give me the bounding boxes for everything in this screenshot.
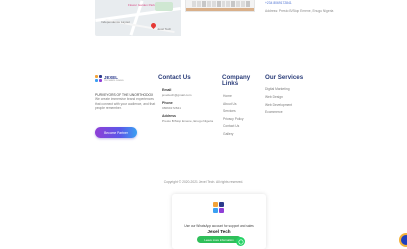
address-label: Address [162, 114, 177, 118]
map-label-area: Independence Layout [101, 20, 130, 24]
map-label-park: Flower Garden Park [128, 3, 155, 7]
footer-link-gallery[interactable]: Gallery [223, 132, 233, 136]
jexel-logo-icon [211, 200, 227, 214]
footer-link-privacy[interactable]: Privacy Policy [223, 117, 244, 121]
footer-link-contact[interactable]: Contact Us [223, 124, 239, 128]
service-digital-marketing[interactable]: Digital Marketing [265, 87, 290, 91]
footer-link-services[interactable]: Services [223, 109, 236, 113]
whatsapp-icon[interactable] [236, 237, 245, 246]
top-phone[interactable]: +234 8069172841 [265, 1, 292, 5]
address-value: Presto B/Stop Emene, Enugu Nigeria [162, 118, 214, 123]
top-address: Address: Presto B/Stop Emene, Enugu Nige… [265, 9, 334, 13]
company-heading-line2: Links [222, 80, 239, 87]
email-value[interactable]: jexeltech@gmail.com [162, 93, 191, 97]
illustration-card [185, 0, 255, 12]
services-heading: Our Services [265, 74, 304, 81]
service-web-development[interactable]: Web Development [265, 103, 292, 107]
location-map[interactable]: Flower Garden Park Independence Layout J… [95, 0, 181, 36]
chat-launcher-icon[interactable] [399, 233, 407, 247]
map-park [155, 2, 173, 11]
whatsapp-message: Use our WhatsApp account for support and… [184, 224, 254, 228]
copyright-text: Copyright © 2020-2021 Jexel Tech. All ri… [163, 180, 244, 184]
brand-sub: TECHNOLOGIES [104, 79, 124, 82]
service-ecommerce[interactable]: Ecommerce [265, 110, 283, 114]
footer-link-about[interactable]: About Us [223, 102, 237, 106]
contact-heading: Contact Us [158, 74, 191, 81]
map-label-place: Jexel Tech [157, 27, 172, 31]
brand-logo[interactable]: JEXEL TECHNOLOGIES [95, 75, 124, 82]
whatsapp-name: Jexel Tech [207, 229, 231, 234]
illustration-bars [192, 1, 251, 7]
phone-label: Phone [162, 101, 173, 105]
brand-tagline: PURVEYORS OF THE UNORTHODOX We create im… [95, 93, 157, 111]
whatsapp-button[interactable]: Leave more information [197, 236, 241, 243]
jexel-logo-icon [95, 75, 102, 82]
whatsapp-widget: Use our WhatsApp account for support and… [172, 194, 266, 249]
email-label: Email [162, 88, 172, 92]
service-web-design[interactable]: Web Design [265, 95, 283, 99]
phone-value[interactable]: 08069172841 [162, 106, 181, 110]
footer-link-home[interactable]: Home [223, 94, 232, 98]
tagline-rest: We create immersive brand experiences th… [95, 97, 156, 111]
illustration-base [186, 8, 254, 11]
tagline-strong: PURVEYORS OF THE UNORTHODOX [95, 93, 154, 97]
become-partner-button[interactable]: Become Partner [95, 127, 137, 138]
